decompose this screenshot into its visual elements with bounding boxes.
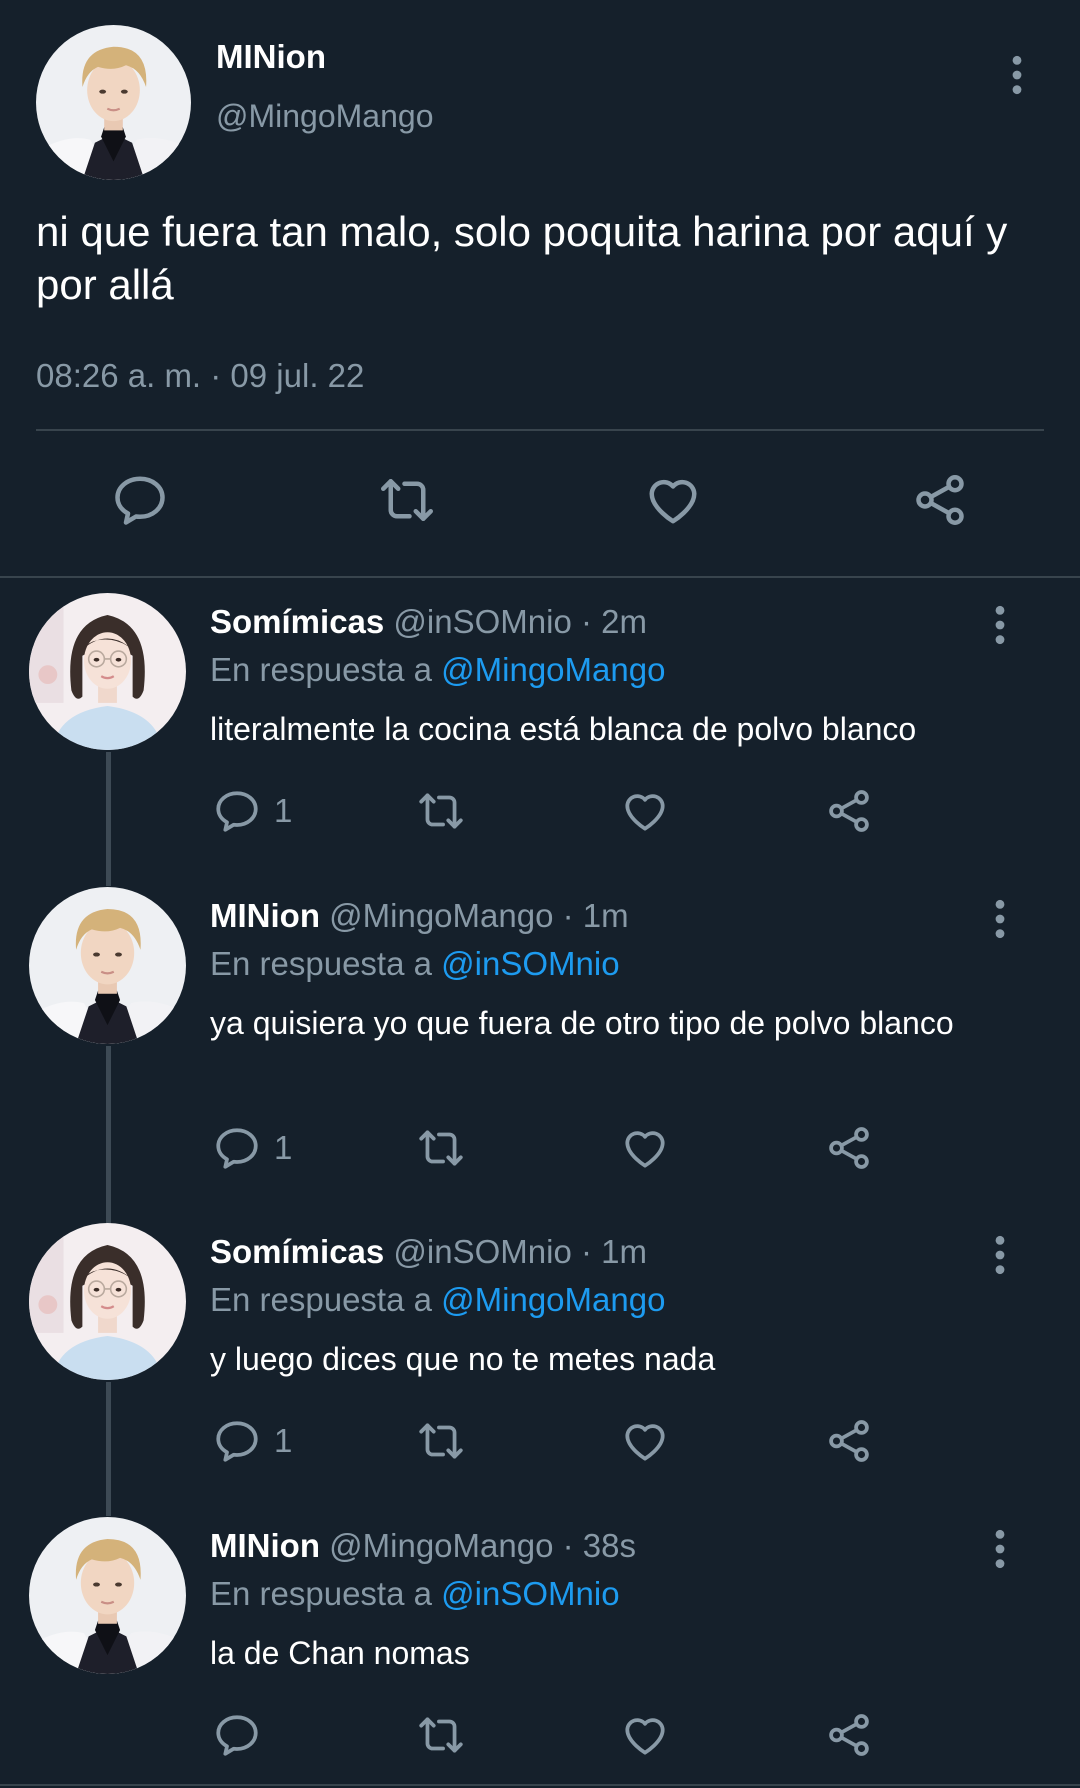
reply-context: En respuesta a @inSOMnio [210, 1575, 620, 1613]
reply-text: y luego dices que no te metes nada [210, 1341, 716, 1377]
reply-context: En respuesta a @MingoMango [210, 651, 665, 689]
avatar[interactable] [36, 25, 191, 180]
reply-count: 1 [274, 1422, 293, 1459]
reply-icon[interactable] [110, 470, 170, 530]
reply-header: Somímicas @inSOMnio · 2m [210, 603, 647, 641]
reply-actions: 1 [0, 1123, 1080, 1173]
retweet-icon[interactable] [416, 1416, 466, 1466]
avatar[interactable] [29, 1517, 186, 1674]
divider [0, 1784, 1080, 1786]
mention-link[interactable]: @inSOMnio [441, 945, 619, 982]
author-name[interactable]: MINion [210, 897, 320, 934]
reply-context: En respuesta a @MingoMango [210, 1281, 665, 1319]
reply-count: 1 [274, 792, 293, 829]
user-avatar-icon [29, 1517, 186, 1674]
reply-icon [212, 1710, 262, 1760]
reply-button[interactable]: 1 [212, 1416, 292, 1466]
reply-tweet[interactable]: MINion @MingoMango · 38s En respuesta a … [0, 1517, 1080, 1777]
retweet-icon[interactable] [416, 1710, 466, 1760]
reply-actions: 1 [0, 1416, 1080, 1466]
user-avatar-icon [36, 25, 191, 180]
like-icon[interactable] [643, 470, 703, 530]
reply-tweet[interactable]: Somímicas @inSOMnio · 2m En respuesta a … [0, 593, 1080, 853]
reply-button[interactable] [212, 1710, 274, 1760]
avatar[interactable] [29, 593, 186, 750]
reply-icon [212, 1416, 262, 1466]
reply-icon [212, 1123, 262, 1173]
avatar[interactable] [29, 887, 186, 1044]
like-icon[interactable] [620, 1416, 670, 1466]
reply-text: ya quisiera yo que fuera de otro tipo de… [210, 1005, 954, 1041]
retweet-icon[interactable] [377, 470, 437, 530]
reply-text: la de Chan nomas [210, 1635, 470, 1671]
reply-actions: 1 [0, 786, 1080, 836]
user-avatar-icon [29, 1223, 186, 1380]
mention-link[interactable]: @inSOMnio [441, 1575, 619, 1612]
author-handle[interactable]: @MingoMango [216, 98, 433, 135]
author-name[interactable]: Somímicas [210, 1233, 384, 1270]
user-avatar-icon [29, 887, 186, 1044]
author-meta: @MingoMango · 38s [329, 1527, 636, 1564]
reply-actions [0, 1710, 1080, 1760]
user-avatar-icon [29, 593, 186, 750]
retweet-icon[interactable] [416, 786, 466, 836]
author-name[interactable]: MINion [210, 1527, 320, 1564]
reply-header: MINion @MingoMango · 1m [210, 897, 629, 935]
reply-icon [212, 786, 262, 836]
reply-prefix: En respuesta a [210, 1281, 432, 1318]
mention-link[interactable]: @MingoMango [441, 1281, 665, 1318]
retweet-icon[interactable] [416, 1123, 466, 1173]
mention-link[interactable]: @MingoMango [441, 651, 665, 688]
reply-prefix: En respuesta a [210, 1575, 432, 1612]
reply-button[interactable]: 1 [212, 1123, 292, 1173]
reply-header: Somímicas @inSOMnio · 1m [210, 1233, 647, 1271]
like-icon[interactable] [620, 1710, 670, 1760]
author-name[interactable]: MINion [216, 38, 326, 76]
share-icon[interactable] [824, 1416, 874, 1466]
like-icon[interactable] [620, 786, 670, 836]
main-tweet: MINion @MingoMango ni que fuera tan malo… [0, 0, 1080, 577]
reply-tweet[interactable]: Somímicas @inSOMnio · 1m En respuesta a … [0, 1223, 1080, 1483]
tweet-text: ni que fuera tan malo, solo poquita hari… [36, 208, 1008, 308]
avatar[interactable] [29, 1223, 186, 1380]
tweet-actions [0, 470, 1080, 530]
reply-context: En respuesta a @inSOMnio [210, 945, 620, 983]
share-icon[interactable] [824, 1710, 874, 1760]
more-options-icon[interactable] [1002, 55, 1032, 95]
more-options-icon[interactable] [985, 605, 1015, 645]
reply-prefix: En respuesta a [210, 651, 432, 688]
reply-prefix: En respuesta a [210, 945, 432, 982]
author-meta: @MingoMango · 1m [329, 897, 629, 934]
divider [36, 429, 1044, 431]
divider [0, 576, 1080, 578]
more-options-icon[interactable] [985, 899, 1015, 939]
share-icon[interactable] [824, 786, 874, 836]
more-options-icon[interactable] [985, 1235, 1015, 1275]
reply-text: literalmente la cocina está blanca de po… [210, 711, 917, 747]
more-options-icon[interactable] [985, 1529, 1015, 1569]
author-meta: @inSOMnio · 1m [393, 1233, 647, 1270]
reply-count: 1 [274, 1129, 293, 1166]
reply-header: MINion @MingoMango · 38s [210, 1527, 636, 1565]
share-icon[interactable] [910, 470, 970, 530]
reply-tweet[interactable]: MINion @MingoMango · 1m En respuesta a @… [0, 887, 1080, 1217]
author-name[interactable]: Somímicas [210, 603, 384, 640]
author-meta: @inSOMnio · 2m [393, 603, 647, 640]
share-icon[interactable] [824, 1123, 874, 1173]
reply-button[interactable]: 1 [212, 786, 292, 836]
tweet-timestamp[interactable]: 08:26 a. m. · 09 jul. 22 [36, 357, 364, 395]
like-icon[interactable] [620, 1123, 670, 1173]
